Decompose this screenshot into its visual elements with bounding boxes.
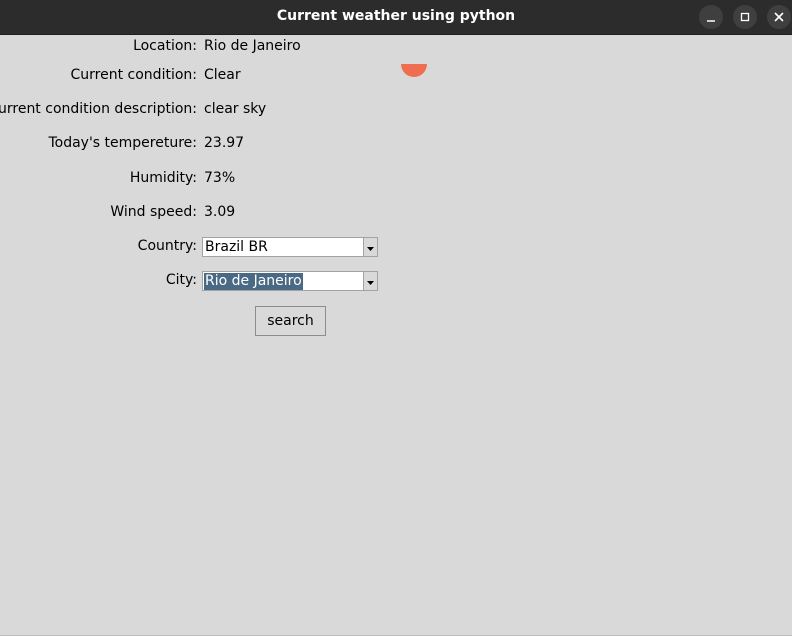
country-combobox[interactable]: Brazil BR bbox=[202, 237, 378, 257]
country-combobox-value: Brazil BR bbox=[205, 239, 268, 255]
country-label: Country: bbox=[137, 238, 197, 254]
main-form: Location: Rio de Janeiro Current conditi… bbox=[0, 35, 792, 635]
close-icon bbox=[774, 12, 784, 22]
temperature-label: Today's tempereture: bbox=[48, 135, 197, 151]
sun-icon bbox=[401, 64, 427, 77]
location-label: Location: bbox=[133, 38, 197, 54]
city-dropdown-button[interactable] bbox=[363, 272, 377, 290]
chevron-down-icon bbox=[367, 281, 374, 285]
minimize-button[interactable] bbox=[699, 5, 723, 29]
title-bar: Current weather using python bbox=[0, 0, 792, 35]
current-condition-label: Current condition: bbox=[70, 67, 197, 83]
temperature-value: 23.97 bbox=[204, 135, 245, 151]
window-title: Current weather using python bbox=[276, 8, 516, 24]
wind-speed-value: 3.09 bbox=[204, 204, 236, 220]
location-value: Rio de Janeiro bbox=[204, 38, 301, 54]
humidity-label: Humidity: bbox=[129, 170, 197, 186]
condition-description-value: clear sky bbox=[204, 101, 267, 117]
condition-description-label: Current condition description: bbox=[0, 101, 197, 117]
city-label: City: bbox=[165, 272, 197, 288]
app-window: Current weather using python Location: R… bbox=[0, 0, 792, 636]
search-button[interactable]: search bbox=[255, 306, 326, 336]
humidity-value: 73% bbox=[204, 170, 236, 186]
current-condition-value: Clear bbox=[204, 67, 241, 83]
city-combobox-value: Rio de Janeiro bbox=[204, 273, 303, 290]
maximize-icon bbox=[740, 12, 750, 22]
close-button[interactable] bbox=[767, 5, 791, 29]
chevron-down-icon bbox=[367, 247, 374, 251]
country-dropdown-button[interactable] bbox=[363, 238, 377, 256]
maximize-button[interactable] bbox=[733, 5, 757, 29]
wind-speed-label: Wind speed: bbox=[110, 204, 197, 220]
minimize-icon bbox=[707, 20, 715, 22]
city-combobox[interactable]: Rio de Janeiro bbox=[202, 271, 378, 291]
